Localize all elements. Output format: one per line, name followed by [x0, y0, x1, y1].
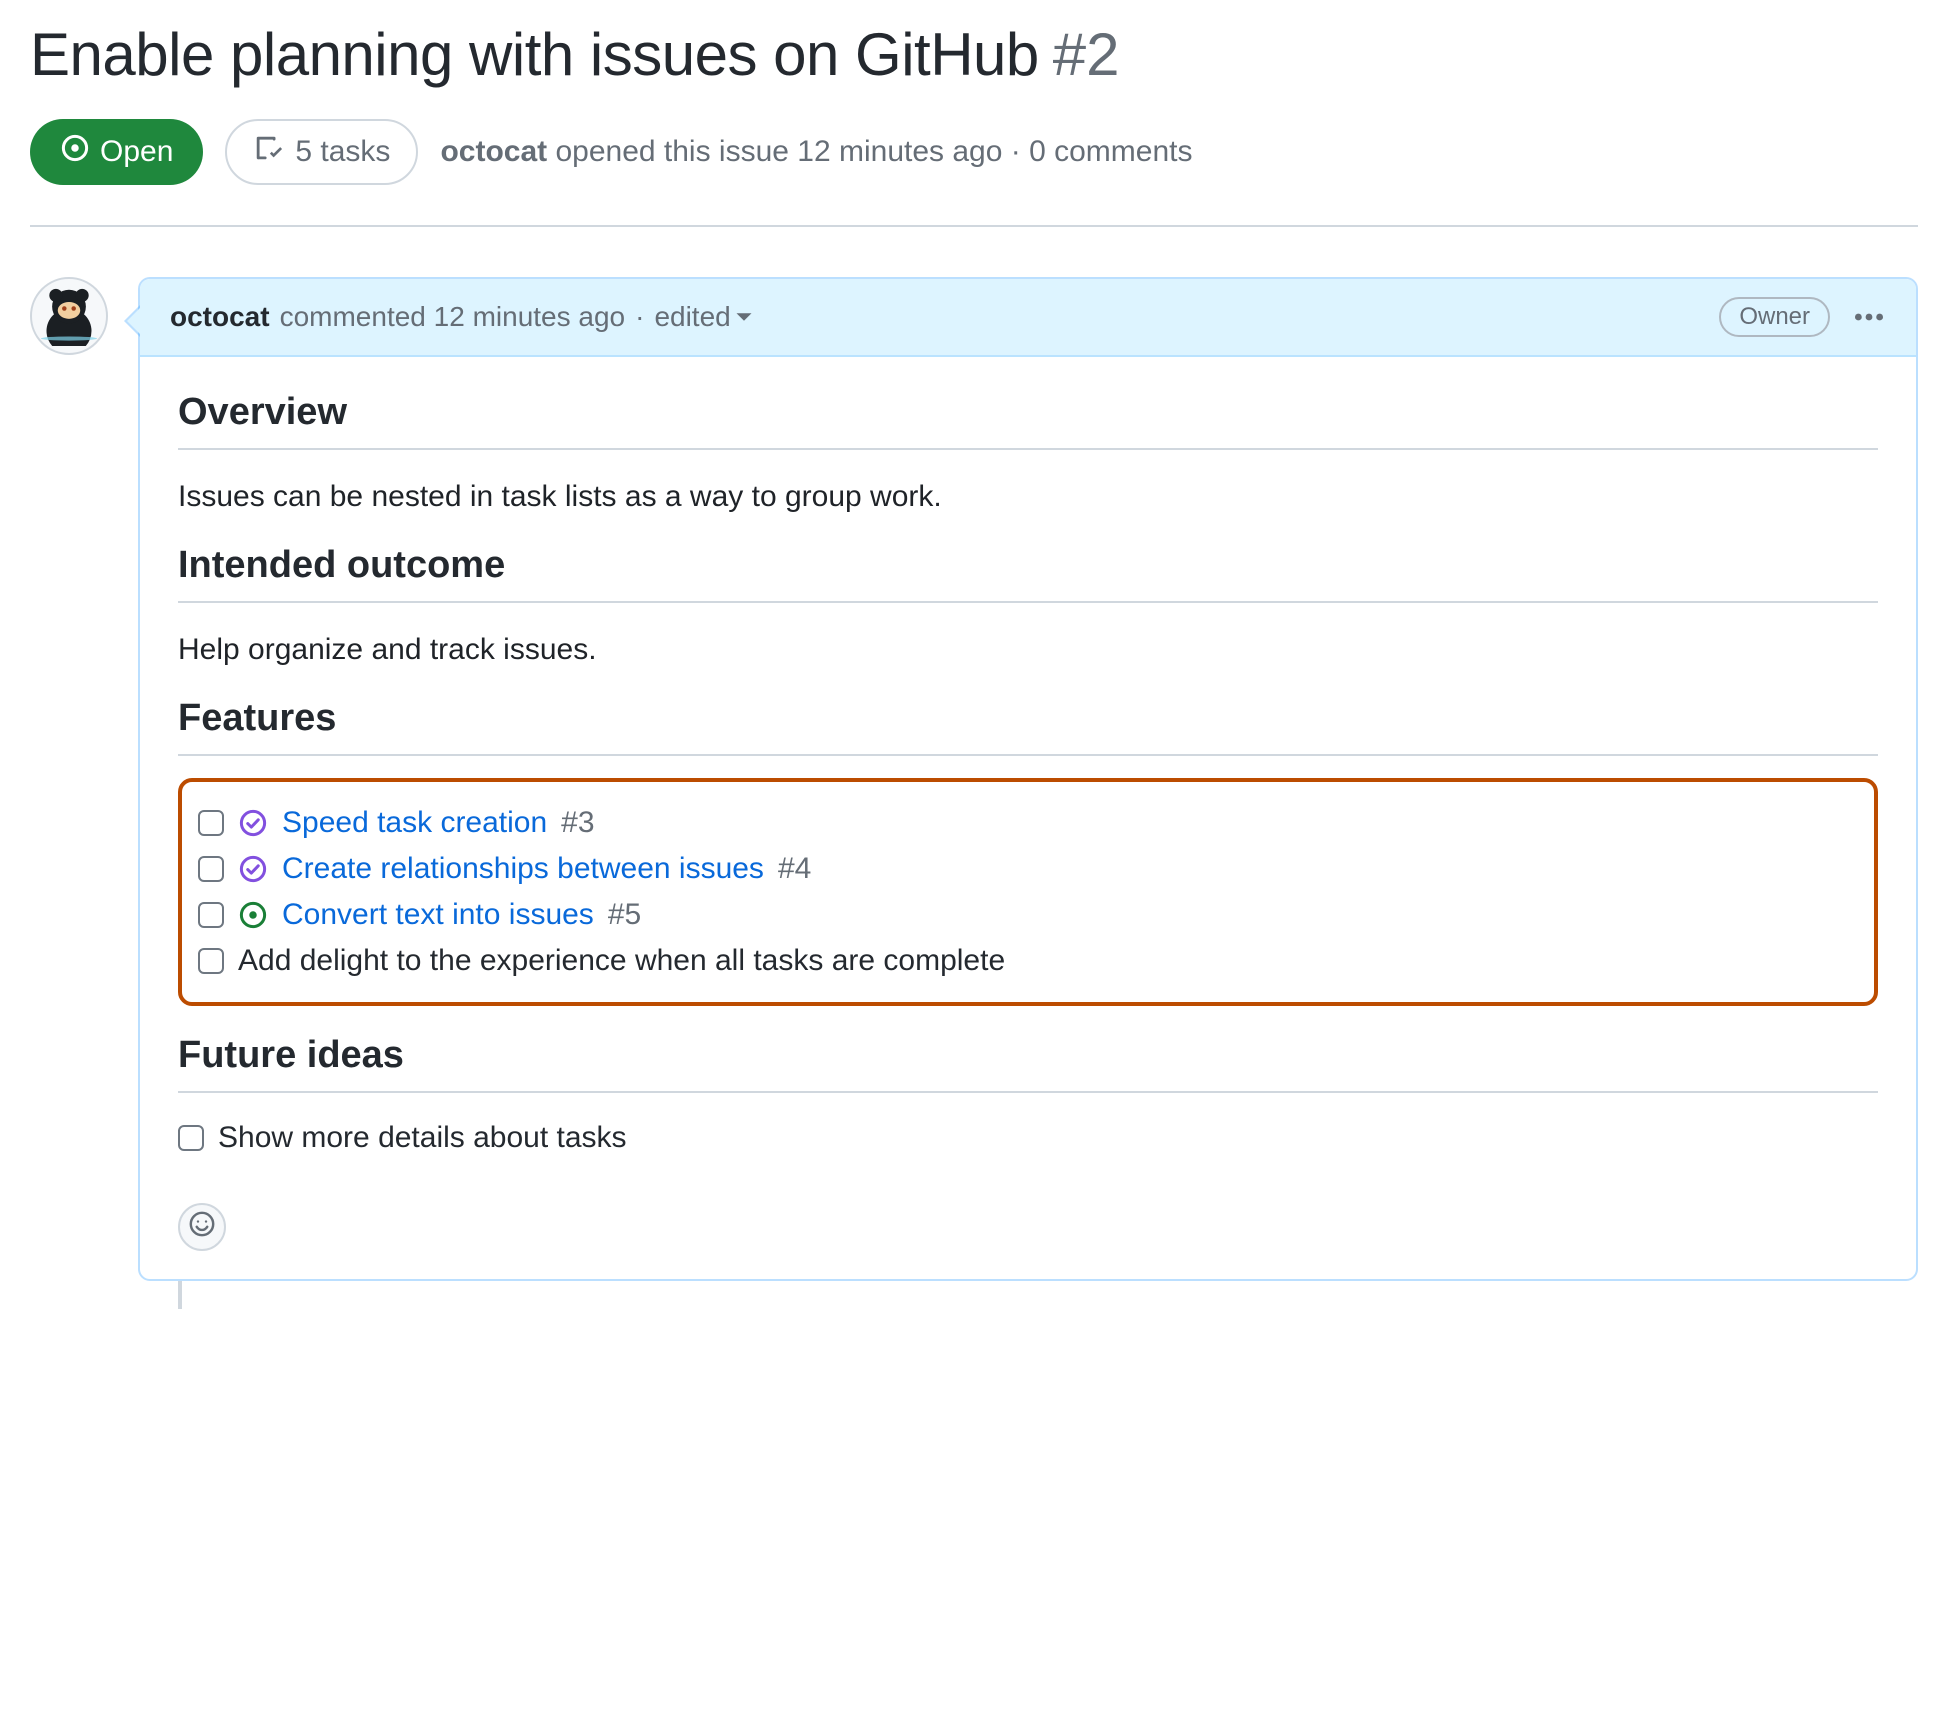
owner-badge: Owner [1719, 297, 1830, 337]
smiley-icon [188, 1210, 216, 1245]
task-issue-ref: #4 [778, 852, 811, 886]
avatar[interactable] [30, 277, 108, 355]
heading-features: Features [178, 697, 1878, 756]
issue-title: Enable planning with issues on GitHub [30, 20, 1039, 89]
state-badge-open: Open [30, 119, 203, 185]
issue-closed-icon [238, 854, 268, 884]
issue-closed-icon [238, 808, 268, 838]
task-item: Speed task creation #3 [198, 800, 1858, 846]
issue-open-icon [60, 133, 90, 171]
task-item: Convert text into issues #5 [198, 892, 1858, 938]
heading-intended-outcome: Intended outcome [178, 544, 1878, 603]
comment-header: octocat commented 12 minutes ago · edite… [140, 279, 1916, 357]
tasks-pill[interactable]: 5 tasks [225, 119, 418, 185]
add-reaction-button[interactable] [178, 1203, 226, 1251]
state-badge-label: Open [100, 135, 173, 169]
heading-overview: Overview [178, 391, 1878, 450]
task-issue-link[interactable]: Create relationships between issues [282, 852, 764, 886]
comment: octocat commented 12 minutes ago · edite… [138, 277, 1918, 1281]
checklist-icon [253, 133, 283, 171]
timeline-line [178, 1281, 182, 1309]
issue-header: Enable planning with issues on GitHub #2… [30, 20, 1918, 227]
future-task-list: Show more details about tasks [178, 1115, 1878, 1161]
task-issue-link[interactable]: Convert text into issues [282, 898, 594, 932]
task-item: Show more details about tasks [178, 1115, 1878, 1161]
task-checkbox[interactable] [198, 948, 224, 974]
task-issue-ref: #5 [608, 898, 641, 932]
heading-future-ideas: Future ideas [178, 1034, 1878, 1093]
task-issue-ref: #3 [561, 806, 594, 840]
issue-author-link[interactable]: octocat [440, 135, 547, 168]
task-issue-link[interactable]: Speed task creation [282, 806, 547, 840]
comment-author-link[interactable]: octocat [170, 301, 270, 333]
caret-down-icon [735, 301, 753, 333]
comment-timestamp[interactable]: commented 12 minutes ago [280, 301, 626, 333]
task-text: Show more details about tasks [218, 1121, 627, 1155]
features-task-list: Speed task creation #3Create relationshi… [178, 778, 1878, 1006]
tasks-pill-label: 5 tasks [295, 135, 390, 169]
task-checkbox[interactable] [198, 856, 224, 882]
paragraph-intended-outcome: Help organize and track issues. [178, 633, 1878, 667]
comment-menu-button[interactable] [1852, 300, 1886, 334]
task-text: Add delight to the experience when all t… [238, 944, 1005, 978]
issue-open-icon [238, 900, 268, 930]
task-checkbox[interactable] [178, 1125, 204, 1151]
edited-dropdown[interactable]: edited [654, 301, 752, 333]
task-checkbox[interactable] [198, 810, 224, 836]
paragraph-overview: Issues can be nested in task lists as a … [178, 480, 1878, 514]
task-item: Create relationships between issues #4 [198, 846, 1858, 892]
issue-meta-text: octocat opened this issue 12 minutes ago… [440, 135, 1192, 169]
comment-body: Overview Issues can be nested in task li… [140, 357, 1916, 1279]
task-checkbox[interactable] [198, 902, 224, 928]
task-item: Add delight to the experience when all t… [198, 938, 1858, 984]
issue-number: #2 [1053, 20, 1120, 89]
